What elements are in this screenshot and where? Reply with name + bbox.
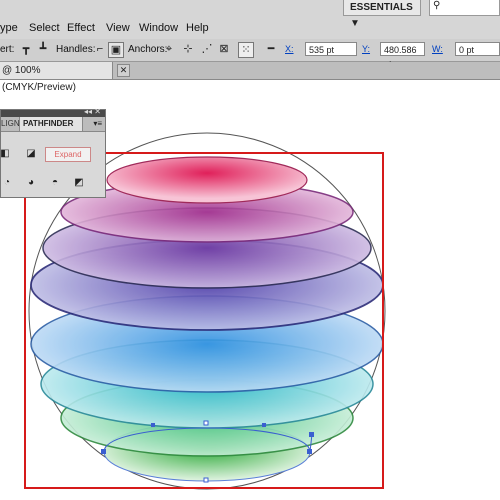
handle-point[interactable] (151, 423, 155, 427)
anchor-point[interactable] (203, 477, 209, 483)
shape-mode-icon[interactable]: ◪ (25, 148, 37, 160)
pathfinder-operation-icon[interactable]: ◓ (49, 177, 61, 189)
menu-effect[interactable]: Effect (67, 22, 95, 34)
top-band[interactable] (106, 156, 308, 204)
close-icon[interactable]: ✕ (117, 64, 130, 77)
collapse-icon[interactable]: ◂◂ ✕ (84, 107, 101, 116)
menu-view[interactable]: View (106, 22, 130, 34)
menu-help[interactable]: Help (186, 22, 209, 34)
reference-point-icon[interactable]: ⁙ (238, 42, 254, 58)
anchors-icon[interactable]: ⌖ (162, 42, 176, 56)
pathfinder-operation-icon[interactable]: ◩ (73, 177, 85, 189)
tab-pathfinder[interactable]: PATHFINDER (19, 117, 83, 131)
menu-type[interactable]: ype (0, 22, 18, 34)
handle-point[interactable] (309, 432, 314, 437)
menu-bar: ype Select Effect View Window Help ESSEN… (0, 0, 500, 40)
convert-anchor-icon[interactable]: ┳ (19, 42, 33, 56)
document-tab[interactable]: @ 100% (CMYK/Preview) (0, 62, 113, 93)
handles-icon[interactable]: ▣ (108, 42, 124, 58)
convert-anchor-icon[interactable]: ┻ (36, 42, 50, 56)
menu-window[interactable]: Window (139, 22, 178, 34)
search-input[interactable]: ⚲ (429, 0, 500, 16)
shape-mode-icon[interactable]: ◧ (0, 148, 11, 160)
anchors-icon[interactable]: ⊠ (217, 42, 231, 56)
pathfinder-operation-icon[interactable]: ◕ (25, 177, 37, 189)
panel-title-bar[interactable]: ◂◂ ✕ (1, 107, 105, 117)
handles-label: Handles: (56, 44, 96, 55)
tab-align[interactable]: LIGN (1, 117, 19, 131)
x-field[interactable]: 535 pt (305, 42, 357, 56)
control-bar: ert: ┳ ┻ Handles: ⌐ ▣ Anchors: ⌖ ⊹ ⋰ ⊠ ⁙… (0, 39, 500, 69)
y-field[interactable]: 480.586 pt (380, 42, 425, 69)
panel-menu-icon[interactable]: ▾≡ (93, 117, 102, 131)
transform-icon[interactable]: ━ (264, 42, 278, 56)
document-tab-bar: @ 100% (CMYK/Preview) ✕ (0, 62, 500, 93)
x-label: X: (285, 44, 294, 54)
anchors-icon[interactable]: ⋰ (200, 42, 214, 56)
w-field[interactable]: 0 pt (455, 42, 500, 56)
w-label: W: (432, 44, 443, 54)
pathfinder-panel: ◂◂ ✕ LIGN PATHFINDER ▾≡ ◧ ◪ Expand ◔ ◕ ◓… (0, 107, 106, 198)
handles-icon[interactable]: ⌐ (93, 42, 107, 56)
expand-button[interactable]: Expand (45, 147, 91, 162)
anchors-icon[interactable]: ⊹ (181, 42, 195, 56)
search-icon: ⚲ (433, 0, 441, 11)
pathfinder-operation-icon[interactable]: ◔ (1, 177, 13, 189)
handle-point[interactable] (262, 423, 266, 427)
workspace-switcher[interactable]: ESSENTIALS ▼ (343, 0, 421, 29)
anchor-point[interactable] (101, 449, 106, 454)
convert-label: ert: (0, 44, 15, 55)
y-label: Y: (362, 44, 371, 54)
menu-select[interactable]: Select (29, 22, 60, 34)
anchor-point[interactable] (203, 420, 209, 426)
anchor-point[interactable] (307, 449, 312, 454)
panel-tabs: LIGN PATHFINDER ▾≡ (1, 117, 105, 132)
